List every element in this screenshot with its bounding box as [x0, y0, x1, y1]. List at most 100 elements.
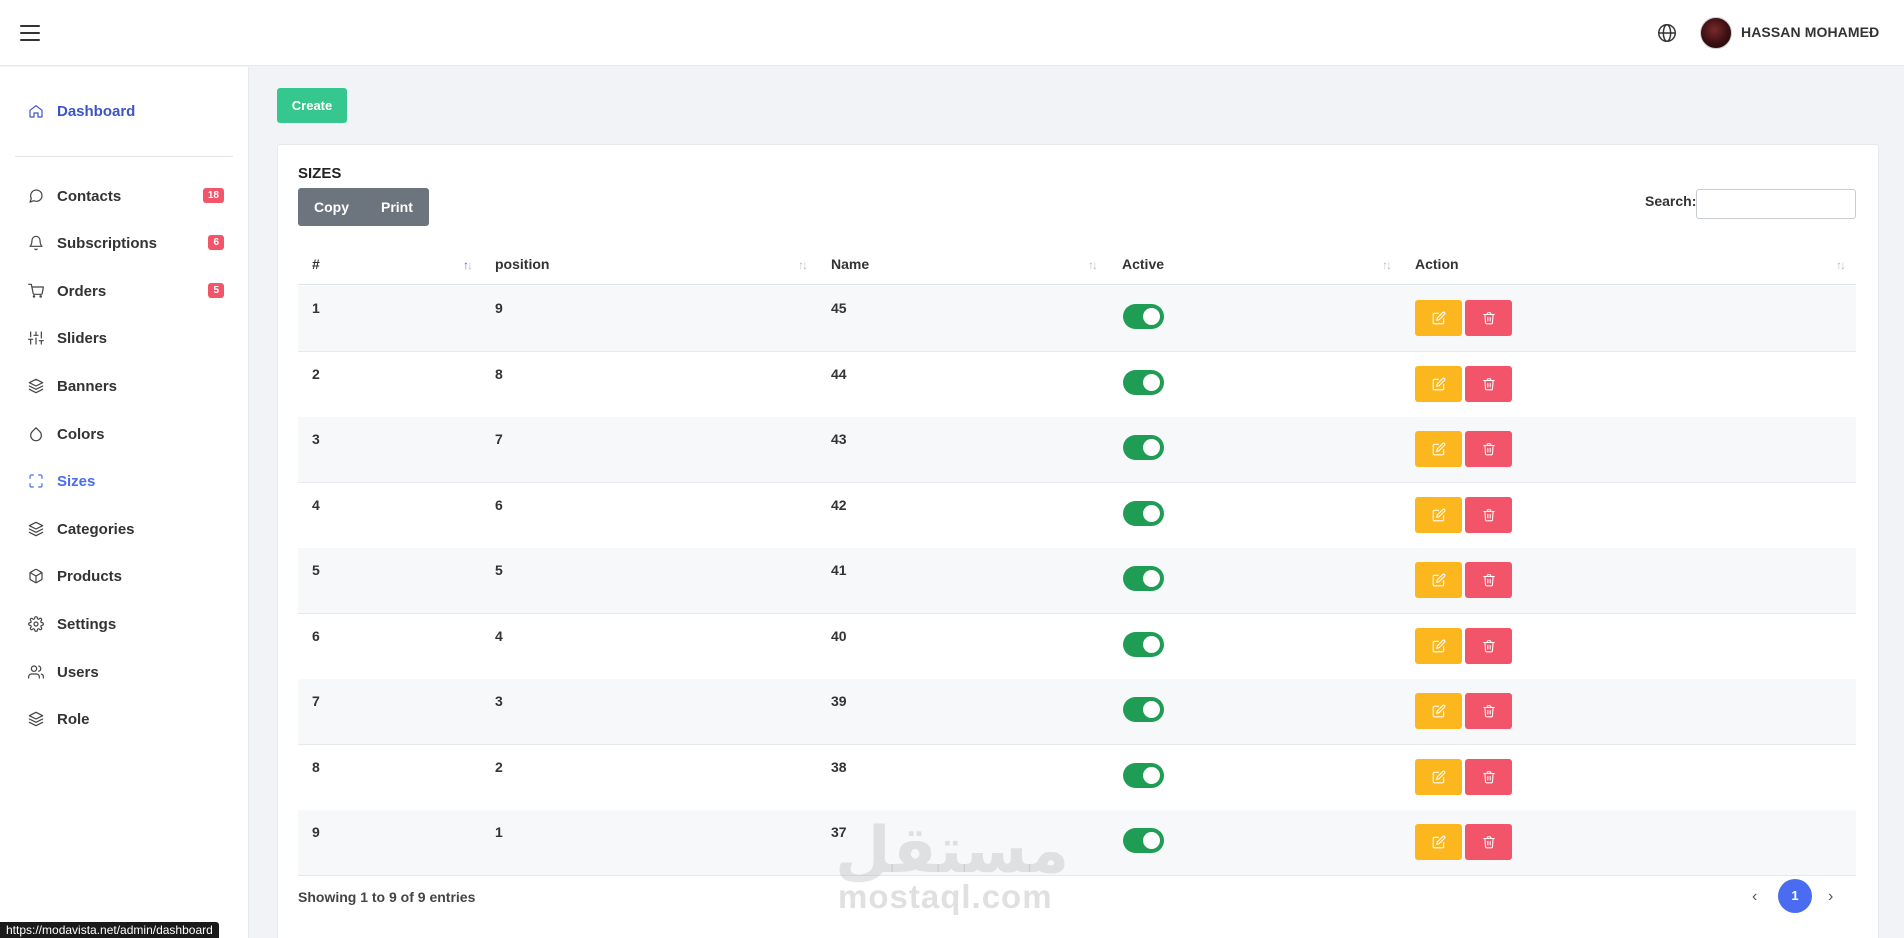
active-toggle[interactable]	[1123, 631, 1164, 657]
print-button[interactable]: Print	[365, 188, 429, 226]
column-header-position[interactable]: position	[495, 243, 549, 285]
edit-button[interactable]	[1415, 824, 1462, 860]
table-row: 8 2 38	[298, 745, 1856, 811]
sidebar-item-subscriptions[interactable]: Subscriptions 6	[28, 232, 224, 254]
sidebar-item-contacts[interactable]: Contacts 18	[28, 185, 224, 207]
cell-id: 2	[312, 365, 320, 382]
active-toggle[interactable]	[1123, 828, 1164, 853]
cell-position: 6	[495, 496, 503, 513]
sort-icon[interactable]: ↑↓	[1836, 258, 1846, 272]
table-row: 6 4 40	[298, 614, 1856, 680]
sort-icon[interactable]: ↑↓	[1382, 258, 1392, 272]
edit-button[interactable]	[1415, 562, 1462, 598]
edit-button[interactable]	[1415, 431, 1462, 467]
count-badge: 18	[202, 188, 224, 203]
cell-name: 42	[831, 496, 847, 513]
sidebar-item-label: Orders	[57, 282, 107, 300]
sidebar-item-sliders[interactable]: Sliders	[28, 327, 224, 349]
hamburger-icon[interactable]	[20, 25, 40, 41]
edit-icon	[1432, 508, 1445, 521]
globe-icon[interactable]	[1656, 22, 1678, 44]
edit-button[interactable]	[1415, 300, 1462, 336]
trash-icon	[1482, 377, 1495, 390]
cell-id: 7	[312, 693, 320, 709]
sidebar-item-label: Colors	[57, 425, 105, 443]
chevron-down-icon[interactable]: ⌄	[1866, 24, 1875, 37]
active-toggle[interactable]	[1123, 762, 1164, 788]
edit-icon	[1432, 835, 1445, 849]
sidebar-item-label: Contacts	[57, 187, 122, 205]
sidebar-item-products[interactable]: Products	[28, 565, 224, 587]
layers-icon	[28, 521, 44, 537]
gear-icon	[28, 616, 44, 632]
column-header-action[interactable]: Action	[1415, 243, 1459, 285]
delete-button[interactable]	[1465, 300, 1512, 336]
active-toggle[interactable]	[1123, 566, 1164, 591]
delete-button[interactable]	[1465, 365, 1512, 402]
active-toggle[interactable]	[1123, 369, 1164, 395]
users-icon	[28, 665, 44, 679]
trash-icon	[1482, 770, 1495, 783]
pagination-prev-icon[interactable]: ‹	[1752, 888, 1757, 906]
sidebar-item-role[interactable]: Role	[28, 708, 224, 730]
edit-icon	[1432, 770, 1445, 783]
sidebar-item-categories[interactable]: Categories	[28, 518, 224, 540]
delete-button[interactable]	[1465, 824, 1512, 860]
edit-icon	[1432, 377, 1445, 390]
edit-button[interactable]	[1415, 758, 1462, 795]
cell-position: 3	[495, 693, 503, 709]
column-header-id[interactable]: #	[312, 243, 320, 285]
delete-button[interactable]	[1465, 496, 1512, 533]
cell-name: 40	[831, 627, 847, 644]
sidebar-item-users[interactable]: Users	[28, 661, 224, 683]
cell-id: 1	[312, 300, 320, 316]
trash-icon	[1482, 574, 1495, 587]
bell-icon	[29, 235, 43, 251]
active-toggle[interactable]	[1123, 435, 1164, 460]
sidebar-item-label: Role	[57, 710, 90, 728]
pagination-page-1[interactable]: 1	[1778, 879, 1812, 913]
toggle-knob	[1143, 439, 1160, 456]
create-button[interactable]: Create	[277, 88, 347, 123]
copy-button[interactable]: Copy	[298, 188, 365, 226]
pagination-next-icon[interactable]: ›	[1828, 888, 1833, 906]
sidebar-item-dashboard[interactable]: Dashboard	[28, 100, 224, 122]
sort-icon[interactable]: ↑↓	[798, 258, 808, 272]
edit-button[interactable]	[1415, 365, 1462, 402]
edit-button[interactable]	[1415, 627, 1462, 664]
sidebar-item-sizes[interactable]: Sizes	[28, 470, 224, 492]
sort-asc-icon[interactable]: ↑↓	[463, 258, 473, 272]
sidebar-item-settings[interactable]: Settings	[28, 613, 224, 635]
search-input[interactable]	[1696, 189, 1856, 219]
sort-icon[interactable]: ↑↓	[1088, 258, 1098, 272]
avatar[interactable]	[1700, 17, 1732, 49]
cell-position: 1	[495, 824, 503, 840]
delete-button[interactable]	[1465, 431, 1512, 467]
active-toggle[interactable]	[1123, 697, 1164, 722]
cell-name: 45	[831, 300, 847, 316]
active-toggle[interactable]	[1123, 500, 1164, 526]
sidebar-item-colors[interactable]: Colors	[28, 423, 224, 445]
column-header-active[interactable]: Active	[1122, 243, 1164, 285]
column-header-name[interactable]: Name	[831, 243, 869, 285]
active-toggle[interactable]	[1123, 304, 1164, 329]
edit-button[interactable]	[1415, 693, 1462, 729]
sidebar-item-label: Sliders	[57, 329, 108, 347]
maximize-icon	[29, 474, 43, 488]
delete-button[interactable]	[1465, 693, 1512, 729]
user-name[interactable]: HASSAN MOHAMED	[1741, 24, 1879, 40]
toggle-knob	[1143, 504, 1160, 522]
sidebar-item-banners[interactable]: Banners	[28, 375, 224, 397]
cell-id: 8	[312, 758, 320, 775]
delete-button[interactable]	[1465, 758, 1512, 795]
count-badge: 6	[208, 235, 224, 250]
delete-button[interactable]	[1465, 562, 1512, 598]
edit-button[interactable]	[1415, 496, 1462, 533]
delete-button[interactable]	[1465, 627, 1512, 664]
sidebar-item-label: Products	[57, 567, 123, 585]
sidebar-item-orders[interactable]: Orders 5	[28, 280, 224, 302]
edit-icon	[1432, 573, 1445, 587]
search-label: Search:	[1645, 193, 1697, 209]
toggle-knob	[1143, 373, 1160, 391]
layers-icon	[28, 711, 44, 727]
